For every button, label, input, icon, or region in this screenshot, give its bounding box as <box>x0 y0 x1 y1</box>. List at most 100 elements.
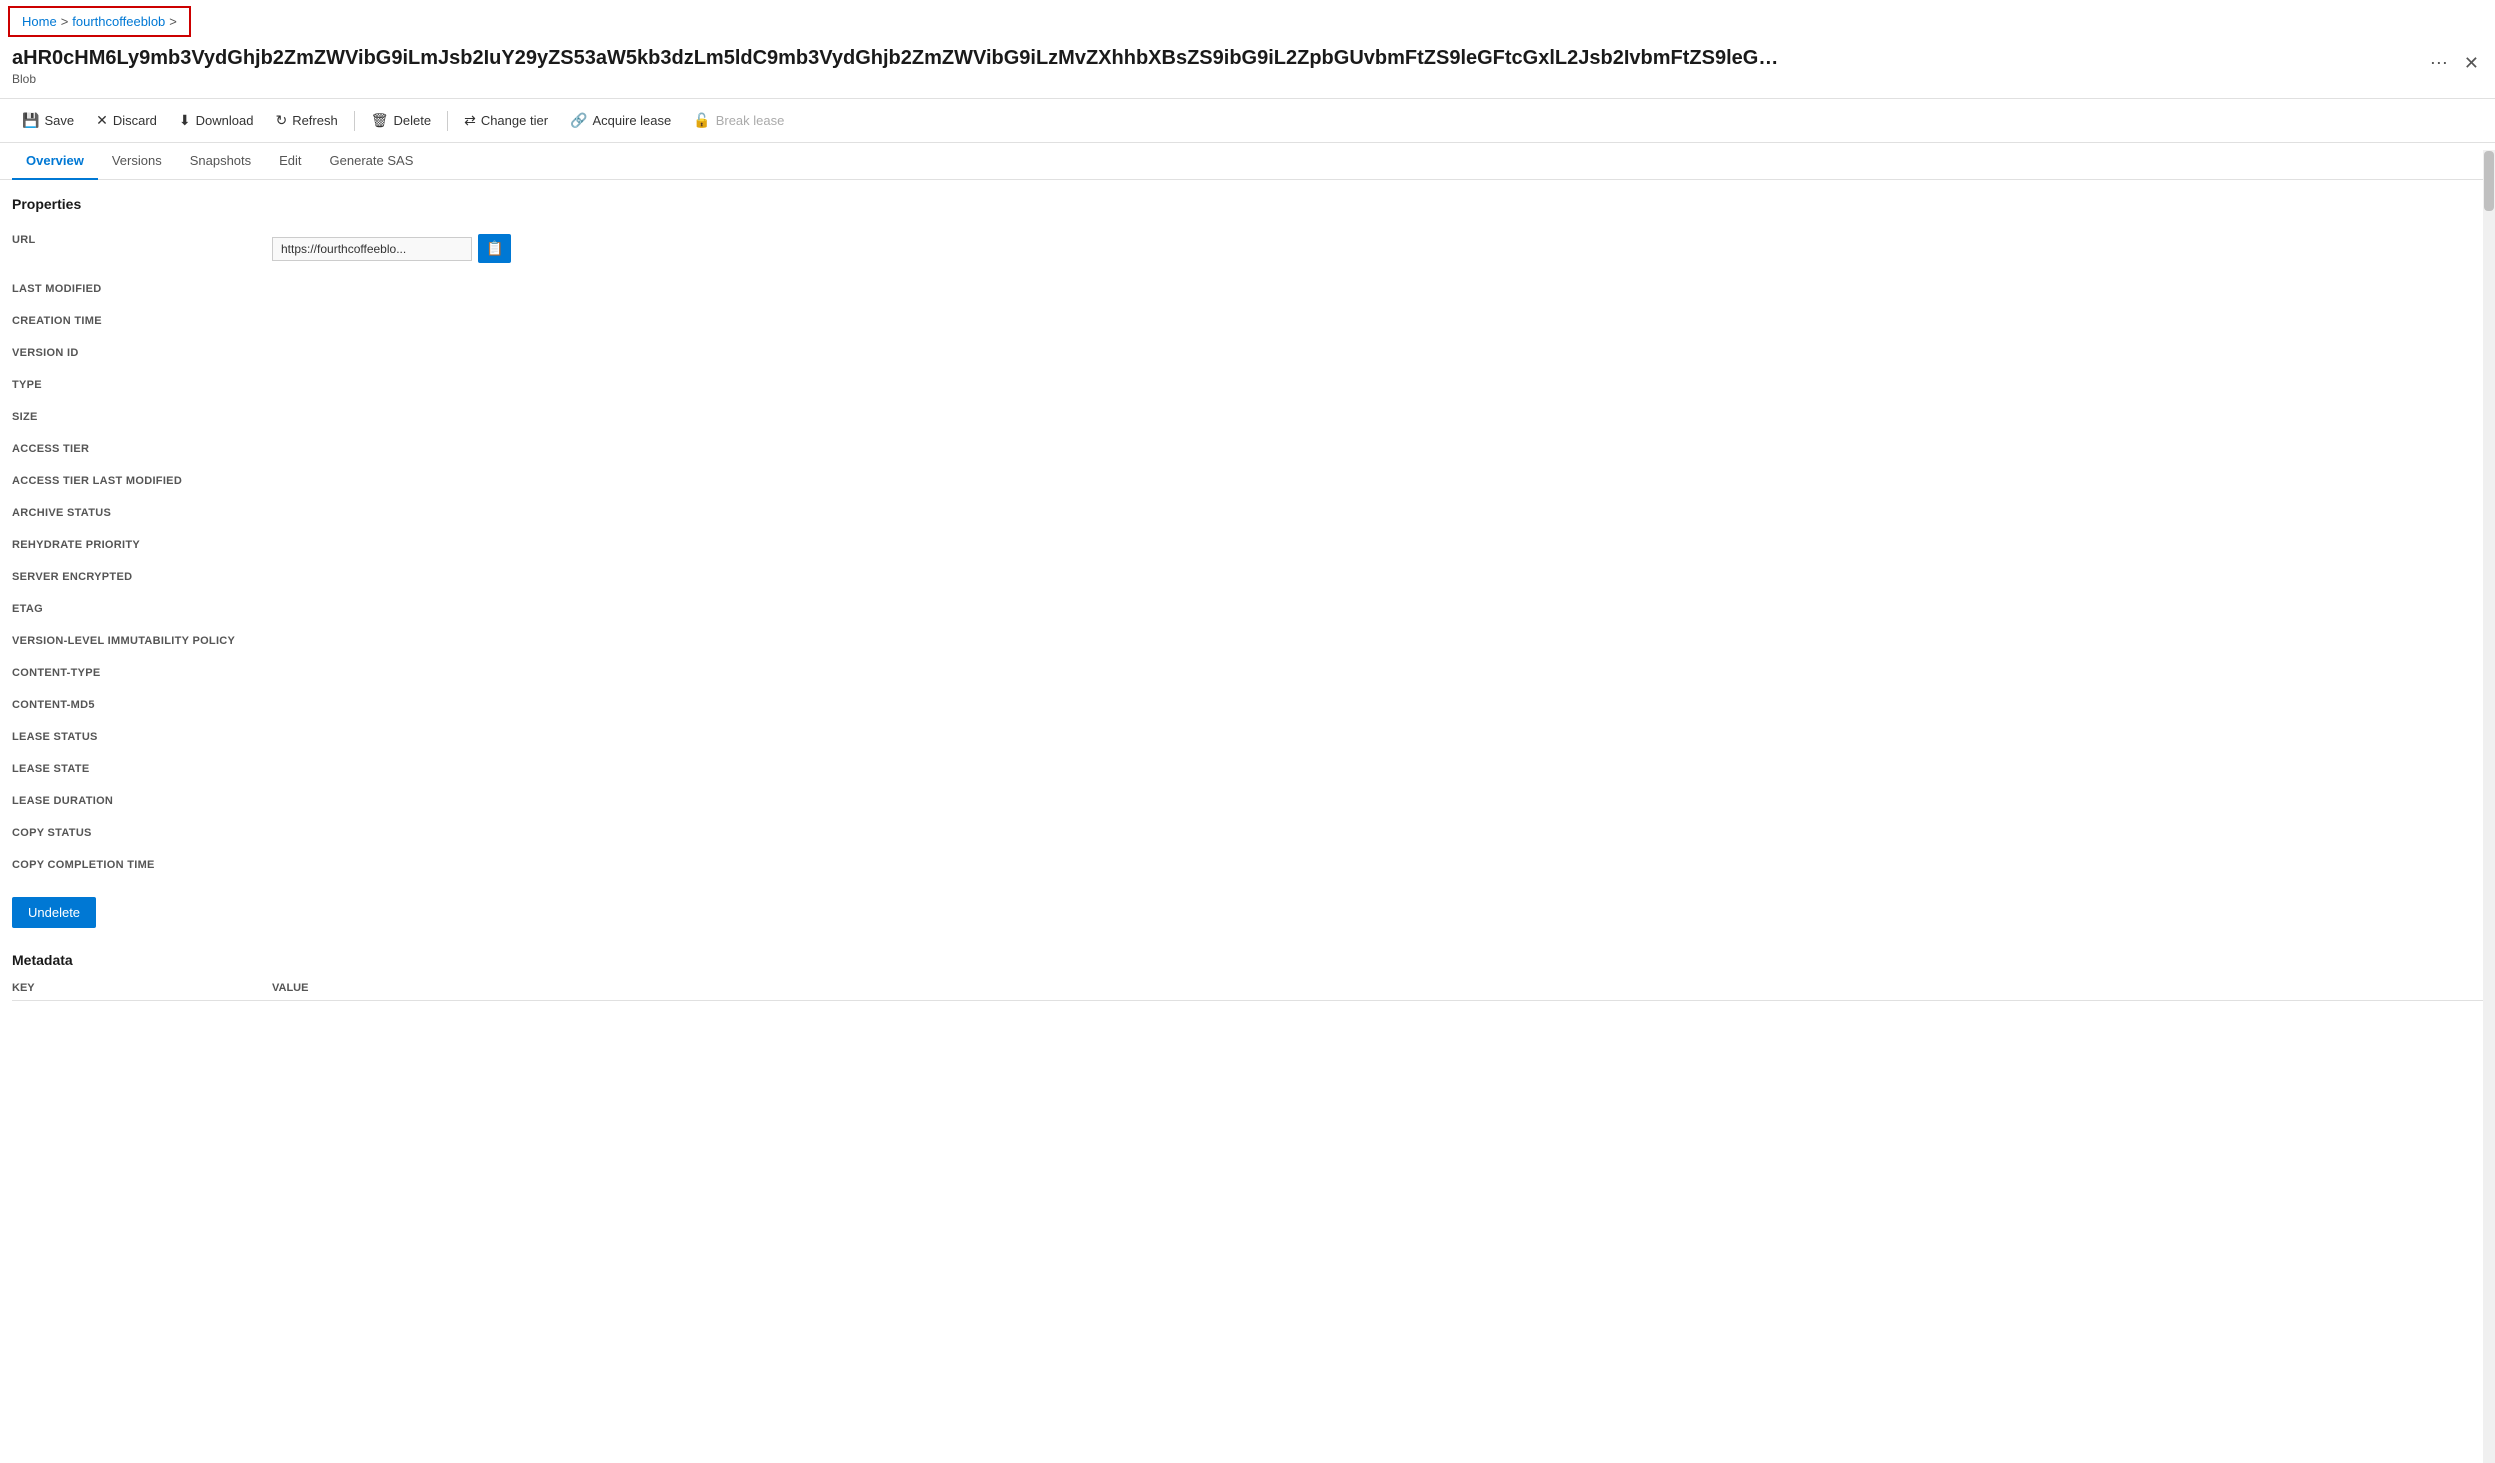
title-block: aHR0cHM6Ly9mb3VydGhjb2ZmZWVibG9iLmJsb2Iu… <box>0 43 1861 92</box>
refresh-button[interactable]: ↻ Refresh <box>265 107 347 134</box>
copy-completion-time-value <box>272 849 2483 881</box>
rehydrate-priority-label: REHYDRATE PRIORITY <box>12 529 272 561</box>
acquire-lease-icon: 🔗 <box>570 112 587 129</box>
copy-url-button[interactable]: 📋 <box>478 234 511 263</box>
properties-section-title: Properties <box>12 196 2483 212</box>
title-row: aHR0cHM6Ly9mb3VydGhjb2ZmZWVibG9iLmJsb2Iu… <box>0 43 2495 99</box>
last-modified-value <box>272 273 2483 305</box>
tabs-bar: Overview Versions Snapshots Edit Generat… <box>0 143 2495 180</box>
blob-title: aHR0cHM6Ly9mb3VydGhjb2ZmZWVibG9iLmJsb2Iu… <box>0 43 1801 70</box>
break-lease-label: Break lease <box>716 113 785 128</box>
type-label: TYPE <box>12 369 272 401</box>
metadata-key-header: Key <box>12 976 272 1001</box>
lease-status-label: LEASE STATUS <box>12 721 272 753</box>
download-button[interactable]: ⬇ Download <box>169 107 264 134</box>
discard-icon: ✕ <box>96 112 108 129</box>
metadata-grid: Key Value <box>12 976 2483 1001</box>
discard-label: Discard <box>113 113 157 128</box>
toolbar-divider-1 <box>354 111 355 131</box>
copy-status-label: COPY STATUS <box>12 817 272 849</box>
version-level-immutability-value <box>272 625 2483 657</box>
tab-snapshots[interactable]: Snapshots <box>176 143 265 180</box>
access-tier-last-modified-label: ACCESS TIER LAST MODIFIED <box>12 465 272 497</box>
lease-duration-value <box>272 785 2483 817</box>
lease-state-value <box>272 753 2483 785</box>
content-area: Properties URL 📋 LAST MODIFIED CREATION … <box>0 180 2495 1443</box>
break-lease-icon: 🔓 <box>693 112 710 129</box>
blob-subtitle: Blob <box>0 70 1861 92</box>
acquire-lease-label: Acquire lease <box>592 113 671 128</box>
url-label: URL <box>12 224 272 273</box>
version-level-immutability-label: VERSION-LEVEL IMMUTABILITY POLICY <box>12 625 272 657</box>
lease-state-label: LEASE STATE <box>12 753 272 785</box>
etag-label: ETAG <box>12 593 272 625</box>
access-tier-label: ACCESS TIER <box>12 433 272 465</box>
access-tier-last-modified-value <box>272 465 2483 497</box>
refresh-label: Refresh <box>292 113 338 128</box>
tab-edit[interactable]: Edit <box>265 143 315 180</box>
change-tier-button[interactable]: ⇄ Change tier <box>454 107 558 134</box>
discard-button[interactable]: ✕ Discard <box>86 107 167 134</box>
title-actions: ⋯ ✕ <box>2426 43 2495 78</box>
copy-icon: 📋 <box>486 240 503 256</box>
rehydrate-priority-value <box>272 529 2483 561</box>
scrollbar-thumb[interactable] <box>2484 151 2494 211</box>
metadata-value-header: Value <box>272 976 2483 1001</box>
metadata-section-title: Metadata <box>12 952 2483 968</box>
save-label: Save <box>44 113 74 128</box>
scrollbar-track[interactable] <box>2483 150 2495 1463</box>
tab-versions[interactable]: Versions <box>98 143 176 180</box>
more-icon: ⋯ <box>2430 53 2448 73</box>
copy-status-value <box>272 817 2483 849</box>
properties-grid: URL 📋 LAST MODIFIED CREATION TIME VERSIO… <box>12 224 2483 881</box>
lease-status-value <box>272 721 2483 753</box>
download-icon: ⬇ <box>179 112 191 129</box>
breadcrumb: Home > fourthcoffeeblob > <box>8 6 191 37</box>
delete-icon: 🗑 <box>371 112 389 129</box>
archive-status-label: ARCHIVE STATUS <box>12 497 272 529</box>
toolbar-divider-2 <box>447 111 448 131</box>
breadcrumb-home[interactable]: Home <box>22 14 57 29</box>
content-type-label: CONTENT-TYPE <box>12 657 272 689</box>
toolbar: 💾 Save ✕ Discard ⬇ Download ↻ Refresh 🗑 … <box>0 99 2495 143</box>
save-icon: 💾 <box>22 112 39 129</box>
server-encrypted-value <box>272 561 2483 593</box>
version-id-value <box>272 337 2483 369</box>
type-value <box>272 369 2483 401</box>
close-icon: ✕ <box>2464 53 2479 73</box>
breadcrumb-sep2: > <box>169 14 177 29</box>
more-options-button[interactable]: ⋯ <box>2426 49 2452 78</box>
url-input[interactable] <box>272 237 472 261</box>
version-id-label: VERSION ID <box>12 337 272 369</box>
last-modified-label: LAST MODIFIED <box>12 273 272 305</box>
save-button[interactable]: 💾 Save <box>12 107 84 134</box>
change-tier-icon: ⇄ <box>464 112 476 129</box>
breadcrumb-container[interactable]: fourthcoffeeblob <box>72 14 165 29</box>
url-value: 📋 <box>272 224 2483 273</box>
size-value <box>272 401 2483 433</box>
content-md5-value <box>272 689 2483 721</box>
break-lease-button[interactable]: 🔓 Break lease <box>683 107 794 134</box>
undelete-button[interactable]: Undelete <box>12 897 96 928</box>
tab-overview[interactable]: Overview <box>12 143 98 180</box>
tab-generate-sas[interactable]: Generate SAS <box>316 143 428 180</box>
archive-status-value <box>272 497 2483 529</box>
copy-completion-time-label: COPY COMPLETION TIME <box>12 849 272 881</box>
acquire-lease-button[interactable]: 🔗 Acquire lease <box>560 107 681 134</box>
access-tier-value <box>272 433 2483 465</box>
close-button[interactable]: ✕ <box>2460 49 2483 78</box>
delete-button[interactable]: 🗑 Delete <box>361 107 441 134</box>
delete-label: Delete <box>394 113 432 128</box>
content-type-value <box>272 657 2483 689</box>
refresh-icon: ↻ <box>275 112 287 129</box>
content-md5-label: CONTENT-MD5 <box>12 689 272 721</box>
server-encrypted-label: SERVER ENCRYPTED <box>12 561 272 593</box>
lease-duration-label: LEASE DURATION <box>12 785 272 817</box>
etag-value <box>272 593 2483 625</box>
creation-time-value <box>272 305 2483 337</box>
breadcrumb-sep1: > <box>61 14 69 29</box>
creation-time-label: CREATION TIME <box>12 305 272 337</box>
change-tier-label: Change tier <box>481 113 548 128</box>
size-label: SIZE <box>12 401 272 433</box>
download-label: Download <box>196 113 254 128</box>
